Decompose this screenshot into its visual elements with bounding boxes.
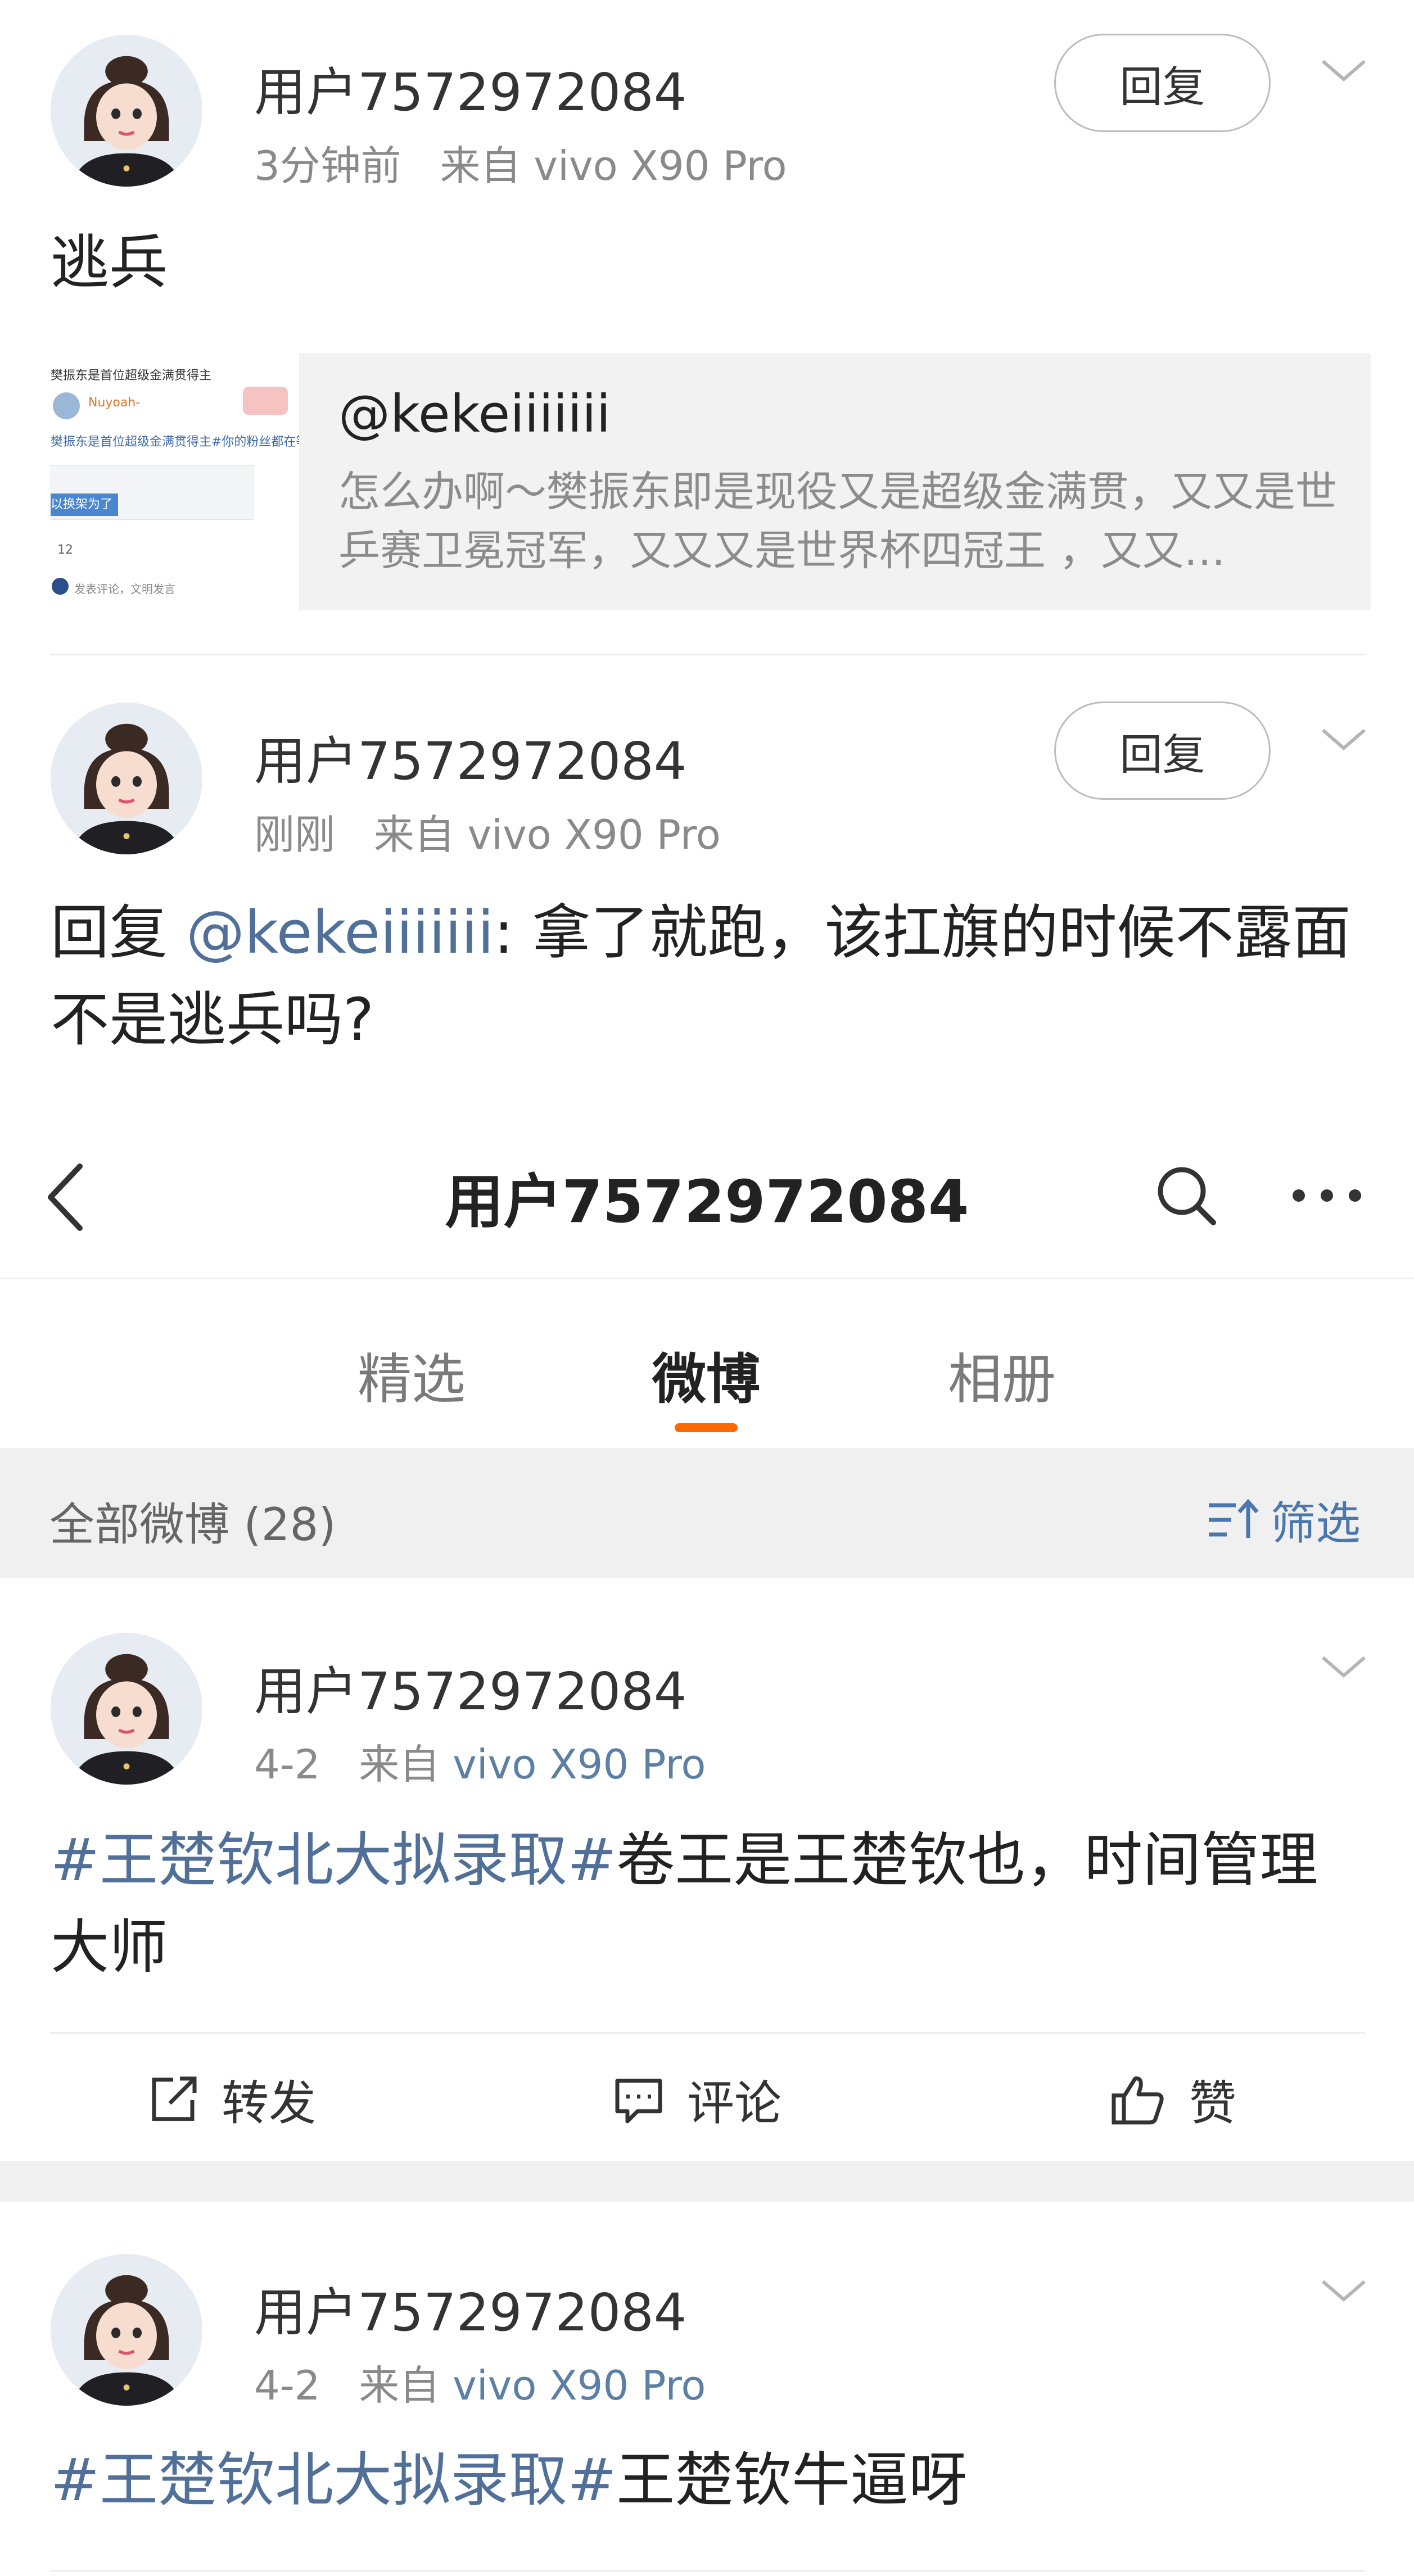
more-options-icon[interactable] (1290, 1184, 1363, 1207)
comment-time: 刚刚 (254, 811, 336, 858)
mention-link[interactable]: @kekeiiiiiii (186, 898, 494, 967)
thumb-text: 樊振东是首位超级金满贯得主#你的粉丝都在等 (51, 435, 299, 449)
hashtag-link[interactable]: #王楚钦北大拟录取# (51, 2446, 616, 2514)
username[interactable]: 用户7572972084 (254, 1650, 686, 1724)
comment-time: 3分钟前 (254, 142, 401, 189)
post-date: 4-2 (254, 2362, 320, 2409)
tab-album[interactable]: 相册 (948, 1335, 1056, 1414)
like-button[interactable]: 赞 (1110, 2066, 1236, 2134)
post-body: 卷王是王楚钦也，时间管理 (616, 1826, 1318, 1894)
chevron-down-icon[interactable] (1318, 53, 1369, 87)
post-text: #王楚钦北大拟录取#卷王是王楚钦也，时间管理 大师 (51, 1817, 1377, 1991)
comment-body-line2: 不是逃兵吗? (51, 985, 374, 1054)
reply-button[interactable]: 回复 (1054, 701, 1271, 800)
repost-button[interactable]: 转发 (147, 2066, 316, 2134)
comment-button[interactable]: 评论 (613, 2066, 781, 2134)
avatar-image-icon (51, 703, 202, 854)
comment-icon (615, 2079, 662, 2123)
quoted-post-title: @kekeiiiiiii (338, 384, 611, 444)
divider (49, 2570, 1365, 2572)
tab-weibo[interactable]: 微博 (652, 1335, 760, 1414)
post-source[interactable]: vivo X90 Pro (453, 1741, 706, 1788)
post-meta: 4-2 来自 vivo X90 Pro (254, 2352, 706, 2411)
tab-featured[interactable]: 精选 (358, 1335, 466, 1414)
divider (49, 654, 1365, 655)
reply-button[interactable]: 回复 (1054, 34, 1271, 132)
reply-prefix: 回复 (51, 898, 187, 967)
chevron-down-icon[interactable] (1318, 2274, 1369, 2307)
comment-body: : 拿了就跑，该扛旗的时候不露面 (494, 898, 1351, 967)
thumb-text: 樊振东是首位超级金满贯得主 (51, 369, 212, 383)
comment-text: 逃兵 (51, 228, 168, 297)
avatar[interactable] (51, 1633, 202, 1785)
comment-source: 来自 vivo X90 Pro (373, 811, 721, 858)
post-meta: 4-2 来自 vivo X90 Pro (254, 1731, 706, 1790)
repost-icon (152, 2076, 197, 2121)
thumb-text: 12 (57, 543, 73, 557)
avatar[interactable] (51, 703, 202, 854)
username[interactable]: 用户7572972084 (254, 51, 686, 125)
post-count-label: 全部微博 (28) (49, 1498, 336, 1551)
thumb-avatar (53, 392, 80, 419)
filter-icon (1209, 1498, 1259, 1538)
post-body: 王楚钦牛逼呀 (616, 2446, 968, 2514)
post-separator (0, 2161, 1414, 2202)
chevron-down-icon[interactable] (1318, 1650, 1369, 1683)
thumbs-up-icon (1112, 2076, 1164, 2124)
post-date: 4-2 (254, 1741, 320, 1788)
search-icon[interactable] (1153, 1162, 1220, 1229)
filter-bar: 全部微博 (28) 筛选 (0, 1448, 1414, 1578)
comment-meta: 刚刚 来自 vivo X90 Pro (254, 802, 721, 861)
divider (49, 2032, 1365, 2034)
post-body-line2: 大师 (51, 1913, 168, 1981)
avatar-image-icon (51, 35, 202, 187)
repost-label: 转发 (222, 2076, 317, 2131)
quoted-post-thumbnail: 樊振东是首位超级金满贯得主 Nuyoah- 樊振东是首位超级金满贯得主#你的粉丝… (46, 353, 299, 610)
active-tab-indicator (675, 1423, 738, 1432)
avatar[interactable] (51, 2254, 202, 2406)
thumb-text: Nuyoah- (88, 396, 141, 410)
comment-text: 回复 @kekeiiiiiii: 拿了就跑，该扛旗的时候不露面 不是逃兵吗? (51, 889, 1377, 1063)
username[interactable]: 用户7572972084 (254, 719, 686, 794)
post-source[interactable]: vivo X90 Pro (453, 2362, 706, 2409)
comment-meta: 3分钟前 来自 vivo X90 Pro (254, 133, 787, 192)
hashtag-link[interactable]: #王楚钦北大拟录取# (51, 1826, 616, 1894)
avatar-image-icon (51, 2254, 202, 2406)
filter-button[interactable]: 筛选 (1207, 1487, 1361, 1552)
filter-label: 筛选 (1271, 1497, 1361, 1550)
avatar-image-icon (51, 1633, 202, 1785)
post-text: #王楚钦北大拟录取#王楚钦牛逼呀 (51, 2437, 1377, 2524)
top-nav-bar: 用户7572972084 (0, 1116, 1414, 1279)
post-source-prefix: 来自 (359, 1741, 440, 1788)
like-label: 赞 (1189, 2076, 1237, 2131)
post-source-prefix: 来自 (359, 2362, 440, 2409)
comment-label: 评论 (687, 2076, 782, 2131)
thumb-sticker (243, 387, 288, 415)
chevron-down-icon[interactable] (1318, 722, 1369, 756)
profile-tabs: 精选 微博 相册 (0, 1279, 1414, 1448)
thumb-text: 发表评论，文明发言 (74, 582, 175, 596)
username[interactable]: 用户7572972084 (254, 2271, 686, 2346)
quoted-post-card[interactable]: 樊振东是首位超级金满贯得主 Nuyoah- 樊振东是首位超级金满贯得主#你的粉丝… (46, 353, 1371, 610)
thumb-avatar (52, 578, 69, 595)
thumb-text: 以换架为了 (51, 494, 118, 516)
comment-source: 来自 vivo X90 Pro (440, 142, 787, 189)
quoted-post-excerpt: 怎么办啊～樊振东即是现役又是超级金满贯，又又是世乒赛卫冕冠军，又又又是世界杯四冠… (338, 468, 1337, 575)
avatar[interactable] (51, 35, 202, 187)
